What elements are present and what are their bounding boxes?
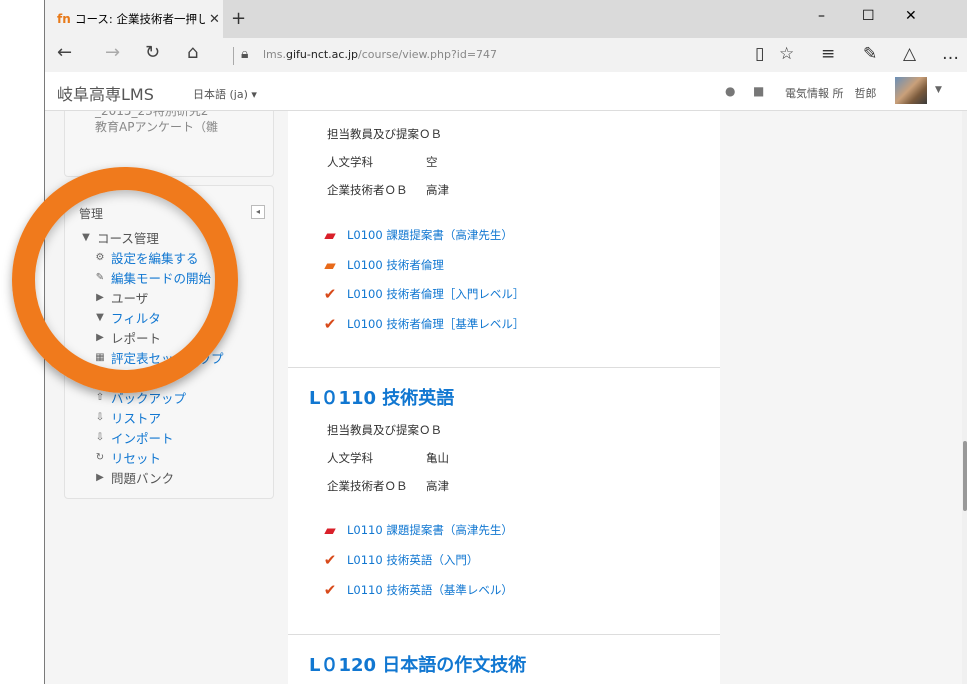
navigation-bar: ← → ↻ ⌂ 🔒︎ lms.gifu-nct.ac.jp/course/vie… bbox=[45, 38, 967, 73]
section-info-label: 人文学科 bbox=[327, 155, 373, 169]
section-divider bbox=[288, 367, 720, 368]
caret-right-icon: ▶ bbox=[96, 472, 104, 483]
activity-link[interactable]: ▰ L0100 課題提案書（高津先生） bbox=[321, 226, 513, 244]
reset-icon: ↻ bbox=[95, 452, 105, 463]
section-info-value: 高津 bbox=[426, 479, 449, 493]
powerpoint-icon: ▰ bbox=[324, 256, 336, 274]
browser-window: fn コース: 企業技術者一押し ✕ + – ☐ ✕ ← → ↻ ⌂ 🔒︎ lm… bbox=[44, 0, 967, 684]
backup-icon: ⇧ bbox=[95, 392, 105, 403]
site-favicon-icon: fn bbox=[57, 12, 71, 26]
gear-icon: ⚙ bbox=[95, 252, 105, 263]
avatar[interactable] bbox=[895, 77, 927, 104]
separator bbox=[233, 47, 234, 65]
pdf-icon: ▰ bbox=[324, 521, 336, 539]
section-divider bbox=[288, 634, 720, 635]
lock-icon: 🔒︎ bbox=[241, 46, 249, 62]
minimize-icon[interactable]: – bbox=[818, 8, 825, 24]
page-scrollbar[interactable] bbox=[962, 111, 967, 684]
block-title: 管理 bbox=[79, 207, 104, 221]
close-tab-icon[interactable]: ✕ bbox=[209, 12, 220, 27]
import-link[interactable]: ⇩ インポート bbox=[93, 428, 174, 447]
site-name-link[interactable]: 岐阜高専LMS bbox=[57, 81, 154, 105]
hub-icon[interactable]: ≡ bbox=[821, 44, 835, 64]
quiz-icon: ✔ bbox=[323, 581, 337, 599]
refresh-icon[interactable]: ↻ bbox=[145, 42, 160, 63]
filter-icon: ▼ bbox=[96, 312, 104, 323]
section-info-label: 企業技術者ＯＢ bbox=[327, 183, 408, 197]
section-info-label: 企業技術者ＯＢ bbox=[327, 479, 408, 493]
navigation-block: _2015_23特別研究2 教育APアンケート（雛 bbox=[64, 111, 274, 177]
section-title[interactable]: L０110 技術英語 bbox=[309, 384, 454, 410]
forward-icon[interactable]: → bbox=[105, 42, 120, 63]
maximize-icon[interactable]: ☐ bbox=[862, 8, 875, 24]
language-menu[interactable]: 日本語 (ja) ▾ bbox=[193, 86, 257, 102]
web-note-icon[interactable]: ✎ bbox=[863, 44, 877, 64]
pdf-icon: ▰ bbox=[324, 226, 336, 244]
section-info-label: 担当教員及び提案ＯＢ bbox=[327, 423, 442, 437]
section-info-label: 人文学科 bbox=[327, 451, 373, 465]
caret-right-icon: ▶ bbox=[96, 372, 104, 383]
tab-strip: fn コース: 企業技術者一押し ✕ + – ☐ ✕ bbox=[45, 0, 967, 38]
new-tab-icon[interactable]: + bbox=[231, 8, 246, 29]
course-admin-node[interactable]: ▼ コース管理 bbox=[79, 228, 159, 247]
reports-node[interactable]: ▶ レポート bbox=[93, 328, 161, 347]
pencil-icon: ✎ bbox=[95, 272, 105, 283]
gradebook-setup-link[interactable]: ▦ 評定表セットアップ bbox=[93, 348, 223, 367]
caret-right-icon: ▶ bbox=[96, 292, 104, 303]
user-menu-caret-icon[interactable]: ▼ bbox=[935, 85, 942, 95]
import-icon: ⇩ bbox=[95, 432, 105, 443]
gradebook-icon: ▦ bbox=[95, 352, 105, 363]
section-info-value: 亀山 bbox=[426, 451, 449, 465]
favorite-star-icon[interactable]: ☆ bbox=[779, 44, 794, 64]
administration-block: 管理 ◂ ▼ コース管理 ⚙ 設定を編集する ✎ 編集モードの開始 ▶ ユーザ ▼ フィル… bbox=[64, 185, 274, 499]
activity-link[interactable]: ✔ L0100 技術者倫理［基準レベル］ bbox=[321, 315, 525, 333]
caret-down-icon: ▼ bbox=[82, 232, 90, 243]
nav-course-link[interactable]: 教育APアンケート（雛 bbox=[95, 118, 218, 135]
home-icon[interactable]: ⌂ bbox=[187, 42, 198, 63]
activity-link[interactable]: ✔ L0100 技術者倫理［入門レベル］ bbox=[321, 285, 525, 303]
edit-settings-link[interactable]: ⚙ 設定を編集する bbox=[93, 248, 199, 267]
site-header: 岐阜高専LMS 日本語 (ja) ▾ ● ■ 電気情報 所 哲郎 ▼ bbox=[45, 72, 967, 111]
section-info-value: 高津 bbox=[426, 183, 449, 197]
activity-link[interactable]: ▰ L0110 課題提案書（高津先生） bbox=[321, 521, 513, 539]
tab-title: コース: 企業技術者一押し bbox=[75, 12, 205, 26]
close-window-icon[interactable]: ✕ bbox=[905, 8, 917, 24]
address-field[interactable]: lms.gifu-nct.ac.jp/course/view.php?id=74… bbox=[263, 48, 497, 61]
restore-link[interactable]: ⇩ リストア bbox=[93, 408, 161, 427]
activity-link[interactable]: ✔ L0110 技術英語（入門） bbox=[321, 551, 479, 569]
user-name[interactable]: 電気情報 所 哲郎 bbox=[785, 85, 877, 101]
messages-icon[interactable]: ■ bbox=[753, 84, 764, 98]
share-icon[interactable]: △ bbox=[903, 44, 916, 64]
filters-link[interactable]: ▼ フィルタ bbox=[93, 308, 161, 327]
scrollbar-thumb[interactable] bbox=[963, 441, 967, 511]
badges-node[interactable]: ▶ バッジ bbox=[93, 368, 148, 387]
quiz-icon: ✔ bbox=[323, 285, 337, 303]
course-content: 担当教員及び提案ＯＢ 人文学科 空 企業技術者ＯＢ 高津 ▰ L0100 課題提案… bbox=[288, 111, 720, 684]
section-info-label: 担当教員及び提案ＯＢ bbox=[327, 127, 442, 141]
more-icon[interactable]: … bbox=[942, 44, 959, 64]
backup-link[interactable]: ⇧ バックアップ bbox=[93, 388, 186, 407]
restore-icon: ⇩ bbox=[95, 412, 105, 423]
users-node[interactable]: ▶ ユーザ bbox=[93, 288, 148, 307]
question-bank-node[interactable]: ▶ 問題バンク bbox=[93, 468, 174, 487]
browser-tab[interactable]: fn コース: 企業技術者一押し ✕ bbox=[45, 0, 223, 38]
dock-block-icon[interactable]: ◂ bbox=[251, 205, 265, 219]
activity-link[interactable]: ✔ L0110 技術英語（基準レベル） bbox=[321, 581, 513, 599]
reset-link[interactable]: ↻ リセット bbox=[93, 448, 161, 467]
turn-editing-on-link[interactable]: ✎ 編集モードの開始 bbox=[93, 268, 211, 287]
section-title[interactable]: L０120 日本語の作文技術 bbox=[309, 651, 526, 677]
caret-right-icon: ▶ bbox=[96, 332, 104, 343]
notification-bell-icon[interactable]: ● bbox=[725, 84, 735, 98]
page-content: _2015_23特別研究2 教育APアンケート（雛 管理 ◂ ▼ コース管理 ⚙ 設… bbox=[45, 111, 967, 684]
reading-view-icon[interactable]: ▯ bbox=[755, 44, 764, 64]
back-icon[interactable]: ← bbox=[57, 42, 72, 63]
quiz-icon: ✔ bbox=[323, 551, 337, 569]
section-info-value: 空 bbox=[426, 155, 438, 169]
quiz-icon: ✔ bbox=[323, 315, 337, 333]
activity-link[interactable]: ▰ L0100 技術者倫理 bbox=[321, 256, 444, 274]
